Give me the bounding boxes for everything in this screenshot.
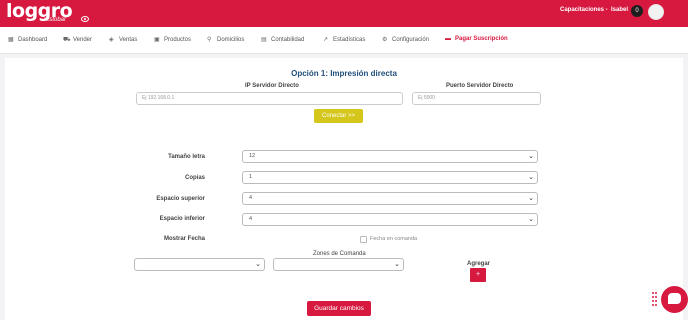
top-space-label: Espacio superior [156,196,205,202]
main-nav: ▦ Dashboard ⛟ Vender ◈ Ventas ▣ Productos ⚲ D… [0,27,688,54]
zone-select-left[interactable]: ⌄ [134,258,265,271]
tag-icon: ◈ [109,37,114,43]
add-label: Agregar [467,261,491,267]
font-size-select[interactable]: 12 ⌄ [242,150,538,163]
printer-settings-card: Opción 1: Impresión directa IP Servidor … [5,58,683,320]
date-checkbox-label[interactable]: Fecha en comanda [370,236,417,242]
drag-grip-icon[interactable] [652,292,658,306]
add-zone-button[interactable]: + [470,268,486,282]
nav-item-domicilios[interactable]: ⚲ Domicilios [207,36,244,43]
chat-icon [668,293,681,304]
cart-icon: ⛟ [63,37,71,43]
nav-item-dashboard[interactable]: ▦ Dashboard [8,36,47,43]
chevron-down-icon: ⌄ [528,216,534,223]
bottom-space-select[interactable]: 4 ⌄ [242,213,538,226]
top-space-select[interactable]: 4 ⌄ [242,192,538,205]
zone-select-right[interactable]: ⌄ [273,258,404,271]
dashboard-icon: ▦ [8,37,14,43]
port-input[interactable]: Ej 5000 [412,92,541,105]
chart-line-icon: ↗ [323,37,329,43]
chevron-down-icon: ⌄ [528,174,534,181]
chevron-down-icon: ⌄ [255,261,261,268]
show-date-label: Mostrar Fecha [163,236,205,242]
zones-label: Zones de Comanda [313,251,366,257]
nav-item-pagar-suscripcion[interactable]: ▬ Pagar Suscripción [445,36,508,42]
company-name[interactable]: Capacitaciones - [560,7,608,13]
bottom-space-label: Espacio inferior [159,216,205,222]
section-title: Opción 1: Impresión directa [291,69,397,78]
nav-item-estadisticas[interactable]: ↗ Estadísticas [323,36,365,43]
eye-icon[interactable] [81,16,89,22]
copies-select[interactable]: 1 ⌄ [242,171,538,184]
nav-item-contabilidad[interactable]: ▤ Contabilidad [261,36,304,43]
font-size-label: Tamaño letra [168,154,205,160]
nav-item-productos[interactable]: ▣ Productos [154,36,191,43]
bike-icon: ⚲ [207,37,212,43]
chevron-down-icon: ⌄ [394,261,400,268]
nav-item-vender[interactable]: ⛟ Vender [63,36,92,44]
nav-item-configuracion[interactable]: ⚙ Configuración [382,36,429,43]
chevron-down-icon: ⌄ [528,195,534,202]
ip-input[interactable]: Ej 192.168.0.1 [136,92,403,105]
logo-subtitle: restobar [44,17,67,23]
ip-label: IP Servidor Directo [245,83,299,89]
box-icon: ▣ [154,37,160,43]
port-label: Puerto Servidor Directo [446,83,514,89]
calculator-icon: ▤ [261,37,267,43]
notification-badge[interactable]: 0 [631,5,643,17]
user-name[interactable]: Isabel [611,7,628,13]
credit-card-icon: ▬ [445,36,451,42]
chevron-down-icon: ⌄ [528,153,534,160]
chat-button[interactable] [661,286,688,313]
copies-label: Copias [184,175,205,181]
connect-button[interactable]: Conectar >> [314,109,363,123]
save-button[interactable]: Guardar cambios [307,301,371,316]
avatar[interactable] [648,4,664,20]
top-bar: loggro restobar Capacitaciones - Isabel … [0,0,688,27]
date-checkbox[interactable] [360,236,367,243]
gear-icon: ⚙ [382,37,388,43]
nav-item-ventas[interactable]: ◈ Ventas [109,36,137,43]
